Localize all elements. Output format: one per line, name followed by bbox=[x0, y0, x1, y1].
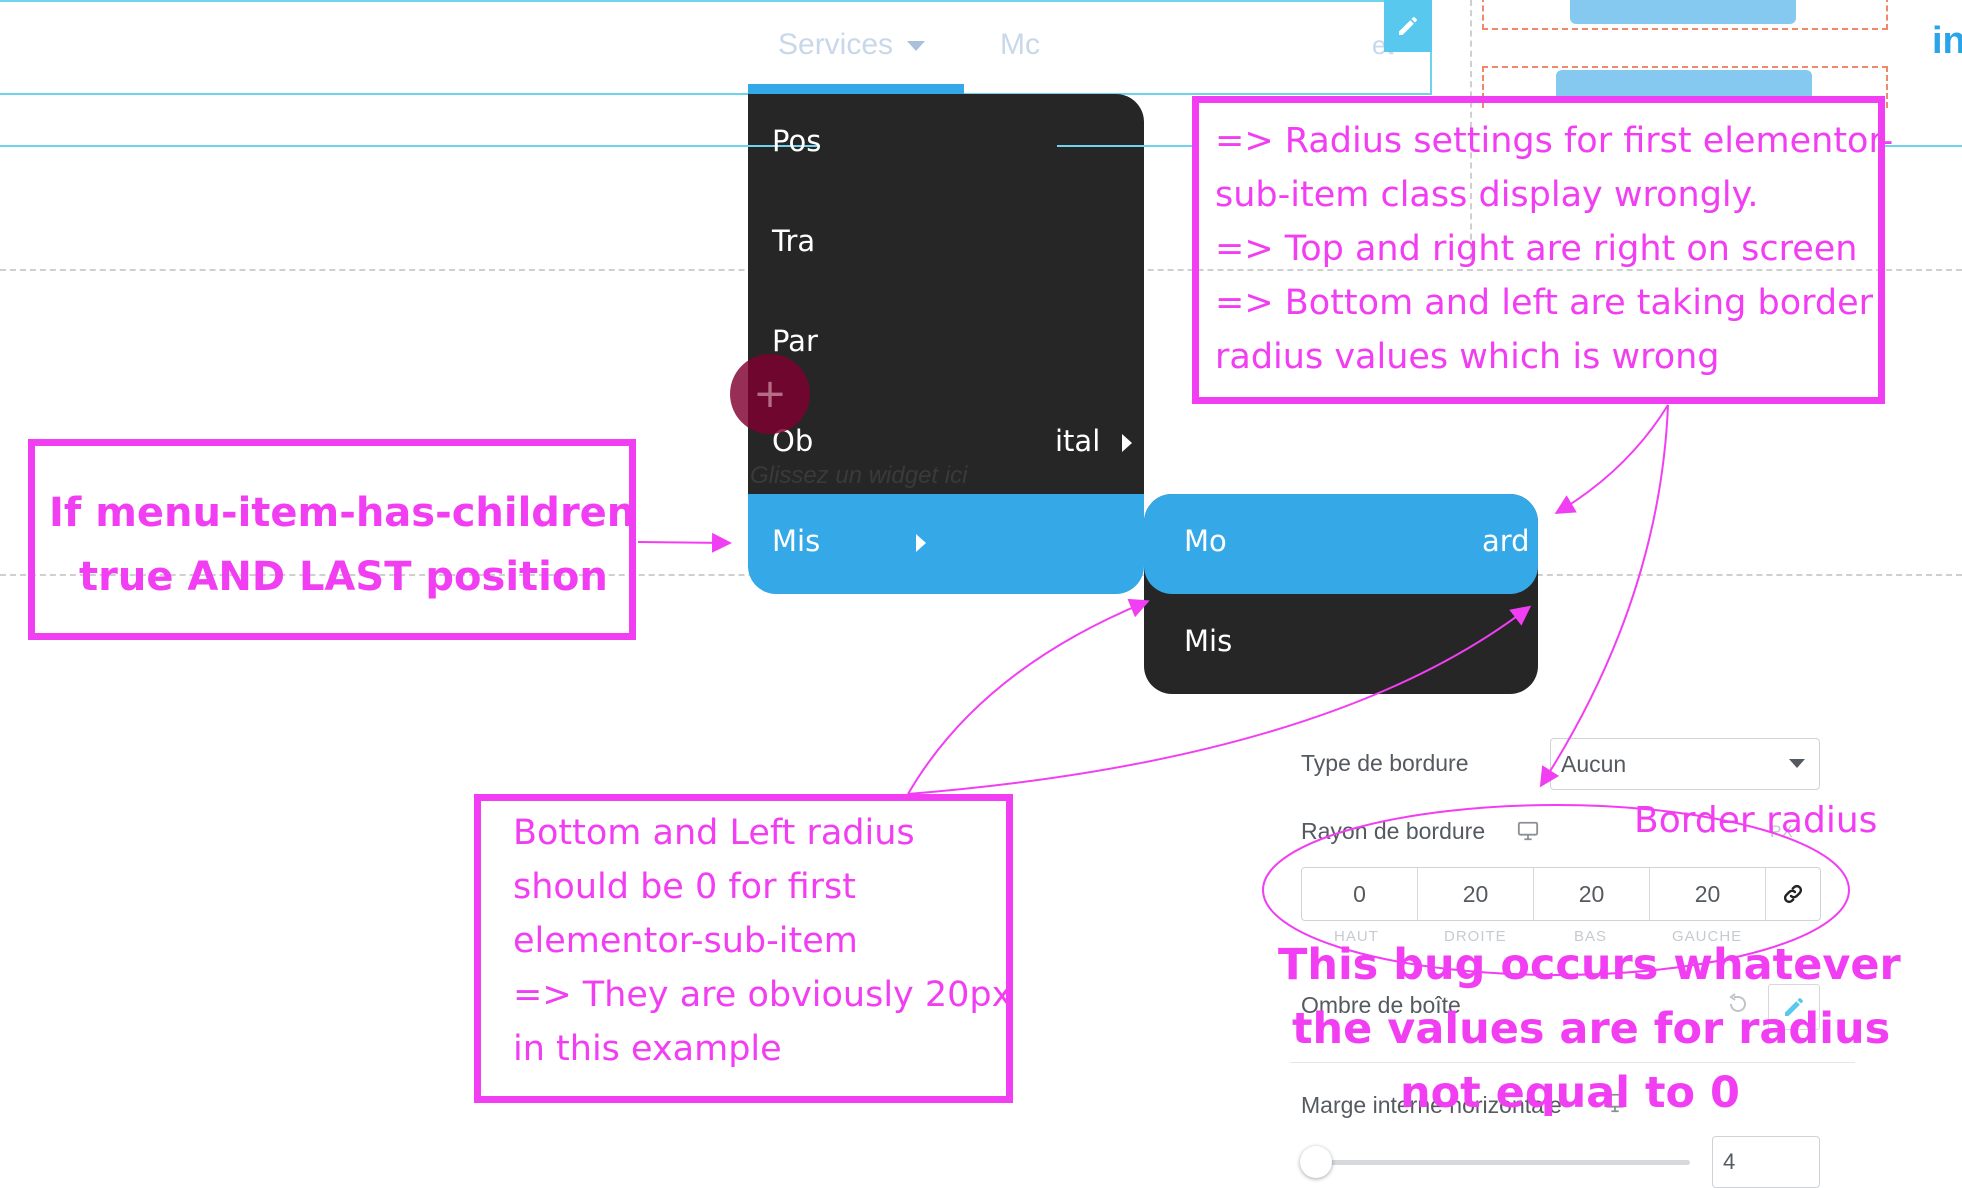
arrow-right-box-to-panel bbox=[1539, 404, 1669, 788]
arrow-bottom-box-to-submenu-corner bbox=[907, 598, 1150, 795]
arrow-left-box-to-menu bbox=[637, 532, 732, 553]
arrow-bottom-box-to-subsubmenu-corner bbox=[907, 605, 1532, 795]
annotation-arrows bbox=[637, 404, 1850, 976]
annotation-ellipse bbox=[1262, 804, 1850, 976]
arrow-right-box-to-submenu bbox=[1554, 404, 1669, 515]
